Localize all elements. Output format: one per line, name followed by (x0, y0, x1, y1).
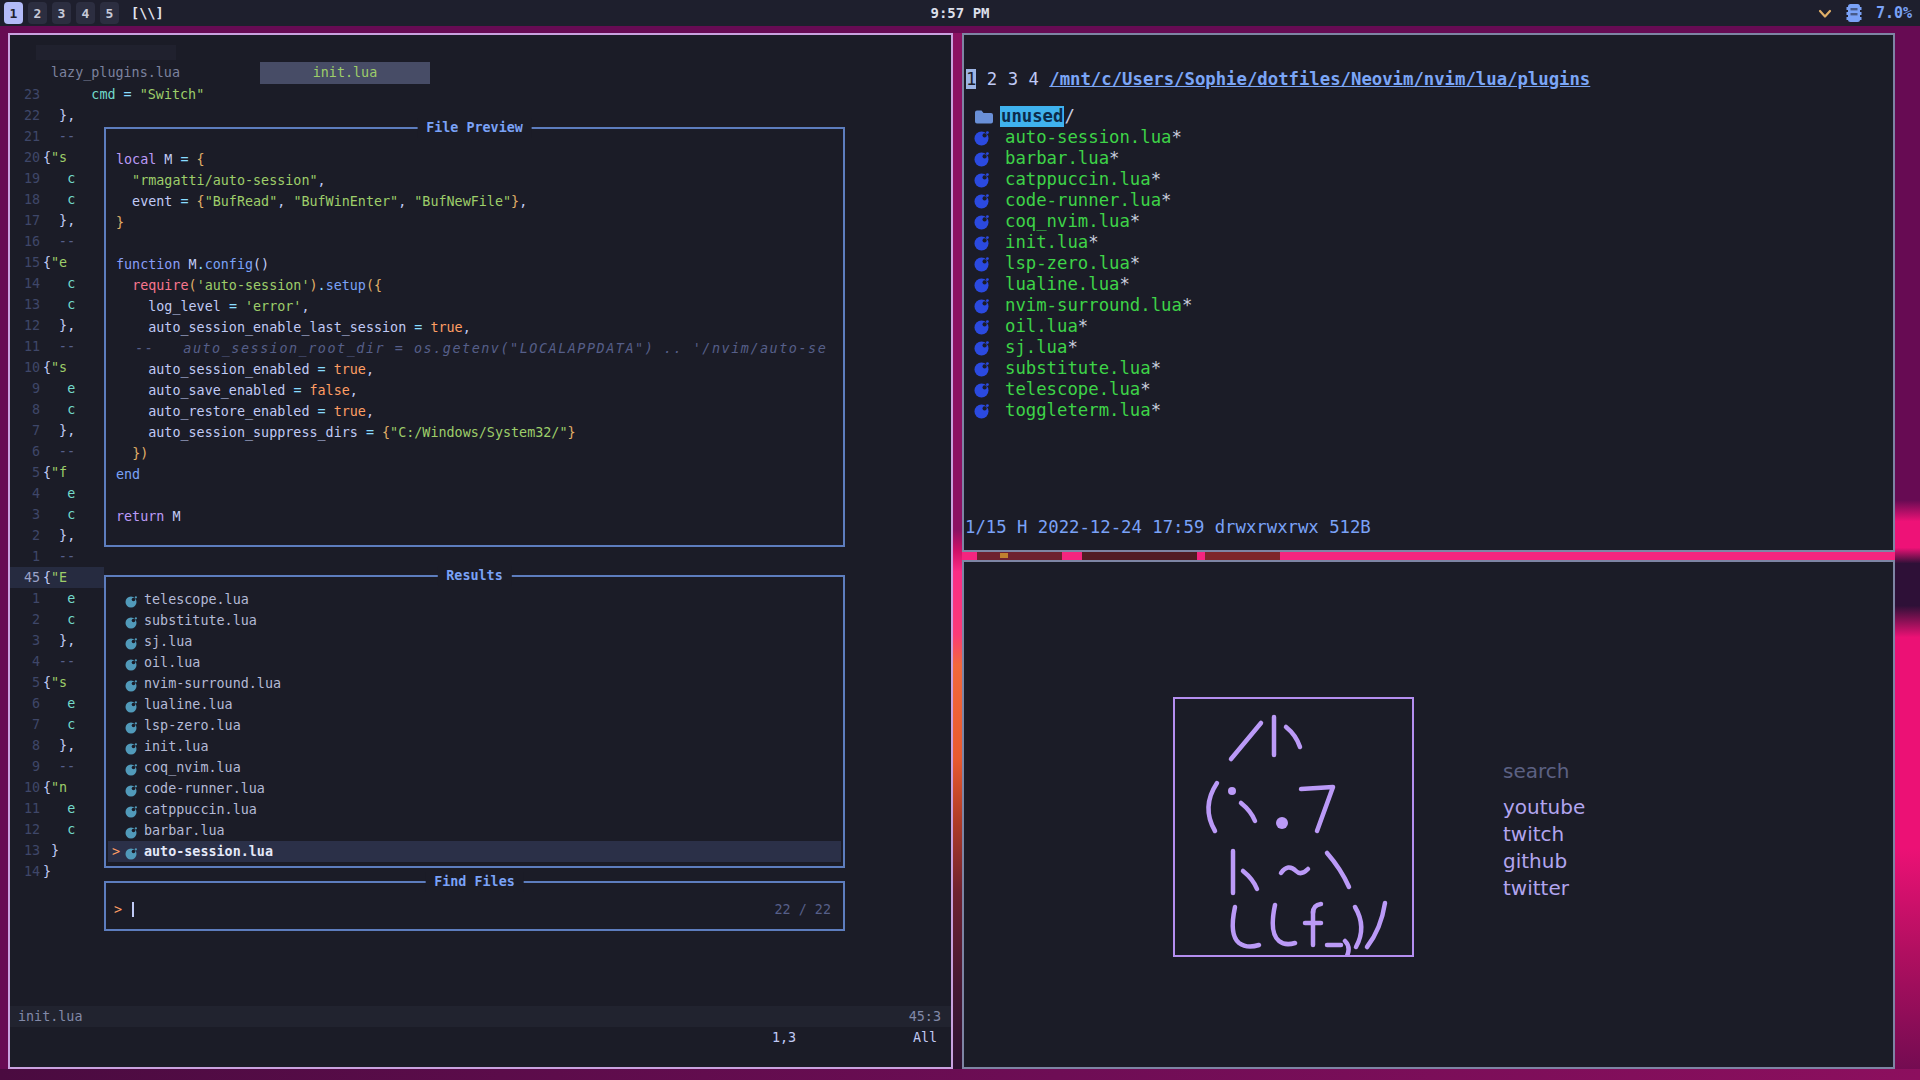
fm-selected-dir[interactable]: unused (1000, 106, 1064, 127)
ascii-cat-box (1173, 697, 1414, 957)
find-files-title: Find Files (425, 872, 524, 892)
chevron-down-icon[interactable] (1818, 8, 1832, 19)
fm-tab-1[interactable]: 1 (966, 69, 976, 89)
preview-code-line: local M = { (116, 149, 841, 170)
link-github[interactable]: github (1503, 848, 1567, 875)
fm-file-row[interactable]: nvim-surround.lua* (964, 295, 1893, 316)
tabline: lazy_plugins.lua init.lua (10, 62, 951, 84)
ruler-position: 1,3 (772, 1027, 796, 1048)
prompt-counter: 22 / 22 (775, 899, 831, 920)
preview-code-line: log_level = 'error', (116, 296, 841, 317)
fm-file-row[interactable]: lualine.lua* (964, 274, 1893, 295)
fm-file-row[interactable]: catppuccin.lua* (964, 169, 1893, 190)
fm-file-row[interactable]: coq_nvim.lua* (964, 211, 1893, 232)
result-item[interactable]: lsp-zero.lua (108, 715, 841, 736)
result-item[interactable]: >auto-session.lua (108, 841, 841, 862)
preview-code-line: auto_save_enabled = false, (116, 380, 841, 401)
result-item[interactable]: nvim-surround.lua (108, 673, 841, 694)
preview-code-line: "rmagatti/auto-session", (116, 170, 841, 191)
preview-code-line: event = {"BufRead", "BufWinEnter", "BufN… (116, 191, 841, 212)
fm-tab-4[interactable]: 4 (1028, 69, 1038, 89)
preview-code-line: return M (116, 506, 841, 527)
tab-lazy-plugins[interactable]: lazy_plugins.lua (51, 62, 180, 84)
fm-file-row[interactable]: substitute.lua* (964, 358, 1893, 379)
fm-file-row[interactable]: barbar.lua* (964, 148, 1893, 169)
preview-code-line (116, 485, 841, 506)
preview-code-line: auto_session_enable_last_session = true, (116, 317, 841, 338)
preview-code-line: auto_restore_enabled = true, (116, 401, 841, 422)
fm-file-row[interactable]: lsp-zero.lua* (964, 253, 1893, 274)
fm-dir-row[interactable]: unused/ (964, 106, 1893, 127)
preview-code-line (116, 527, 841, 548)
file-manager-status: 1/15 H 2022-12-24 17:59 drwxrwxrwx 512B (965, 517, 1371, 538)
results-title: Results (437, 566, 511, 586)
lua-file-icon (974, 403, 989, 424)
prompt-cursor (132, 902, 134, 917)
result-item[interactable]: code-runner.lua (108, 778, 841, 799)
link-youtube[interactable]: youtube (1503, 794, 1585, 821)
preview-code-line (116, 233, 841, 254)
ascii-cat-art (1175, 699, 1412, 955)
memory-icon (1846, 3, 1862, 23)
tab-init[interactable]: init.lua (260, 62, 430, 84)
result-item[interactable]: barbar.lua (108, 820, 841, 841)
result-item[interactable]: oil.lua (108, 652, 841, 673)
result-item[interactable]: substitute.lua (108, 610, 841, 631)
statusline: init.lua 45:3 (10, 1006, 951, 1027)
fm-file-row[interactable]: code-runner.lua* (964, 190, 1893, 211)
link-twitch[interactable]: twitch (1503, 821, 1564, 848)
fm-file-row[interactable]: auto-session.lua* (964, 127, 1893, 148)
preview-code-line: auto_session_suppress_dirs = {"C:/Window… (116, 422, 841, 443)
preview-code-line: -- auto_session_root_dir = os.getenv("LO… (116, 338, 841, 359)
screen: 12345 [\\] 9:57 PM 7.0% lazy_plugins.lua… (0, 0, 1920, 1080)
fm-path: /mnt/c/Users/Sophie/dotfiles/Neovim/nvim… (1049, 69, 1590, 89)
fm-file-row[interactable]: toggleterm.lua* (964, 400, 1893, 421)
wallpaper-gap-right (1895, 26, 1920, 1080)
fm-dir-slash: / (1064, 106, 1074, 127)
memory-usage: 7.0% (1876, 4, 1912, 22)
preview-code-line: }) (116, 443, 841, 464)
window-divider[interactable] (962, 552, 1895, 560)
fm-file-row[interactable]: sj.lua* (964, 337, 1893, 358)
fm-file-row[interactable]: telescope.lua* (964, 379, 1893, 400)
fm-tab-2[interactable]: 2 (987, 69, 997, 89)
terminal-window: search youtubetwitchgithubtwitter (962, 560, 1895, 1069)
wallpaper-gap-bottom (0, 1069, 1920, 1080)
statusline-filename: init.lua (18, 1006, 83, 1027)
preview-code-line: auto_session_enabled = true, (116, 359, 841, 380)
file-manager-window: 1 2 3 4 /mnt/c/Users/Sophie/dotfiles/Neo… (962, 33, 1895, 552)
clock: 9:57 PM (0, 5, 1920, 21)
result-item[interactable]: telescope.lua (108, 589, 841, 610)
ruler: 1,3 All (10, 1027, 951, 1048)
result-item[interactable]: sj.lua (108, 631, 841, 652)
lua-file-icon (125, 845, 137, 866)
preview-code-line: end (116, 464, 841, 485)
link-twitter[interactable]: twitter (1503, 875, 1569, 902)
preview-code-line: } (116, 212, 841, 233)
fm-tab-3[interactable]: 3 (1008, 69, 1018, 89)
file-preview-float: File Preview local M = { "rmagatti/auto-… (104, 127, 845, 547)
find-files-float[interactable]: Find Files > 22 / 22 (104, 881, 845, 931)
result-item[interactable]: lualine.lua (108, 694, 841, 715)
fm-file-row[interactable]: oil.lua* (964, 316, 1893, 337)
top-bar: 12345 [\\] 9:57 PM 7.0% (0, 0, 1920, 26)
preview-code-line: function M.config() (116, 254, 841, 275)
result-item[interactable]: catppuccin.lua (108, 799, 841, 820)
fm-file-row[interactable]: init.lua* (964, 232, 1893, 253)
result-item[interactable]: coq_nvim.lua (108, 757, 841, 778)
buffer-row: 45{"E (10, 567, 104, 588)
ruler-scroll: All (913, 1027, 937, 1048)
file-preview-title: File Preview (417, 118, 532, 138)
result-item[interactable]: init.lua (108, 736, 841, 757)
statusline-position: 45:3 (909, 1006, 941, 1027)
buffer-row: 23 cmd = "Switch" (10, 84, 951, 105)
results-float: Results telescope.luasubstitute.luasj.lu… (104, 575, 845, 868)
neovim-window: lazy_plugins.lua init.lua 23 cmd = "Swit… (8, 33, 953, 1069)
prompt-caret: > (114, 899, 122, 920)
link-search[interactable]: search (1503, 758, 1569, 785)
preview-code-line: require('auto-session').setup({ (116, 275, 841, 296)
tabline-ghost (36, 45, 176, 60)
buffer-row: 1 -- (10, 546, 951, 567)
